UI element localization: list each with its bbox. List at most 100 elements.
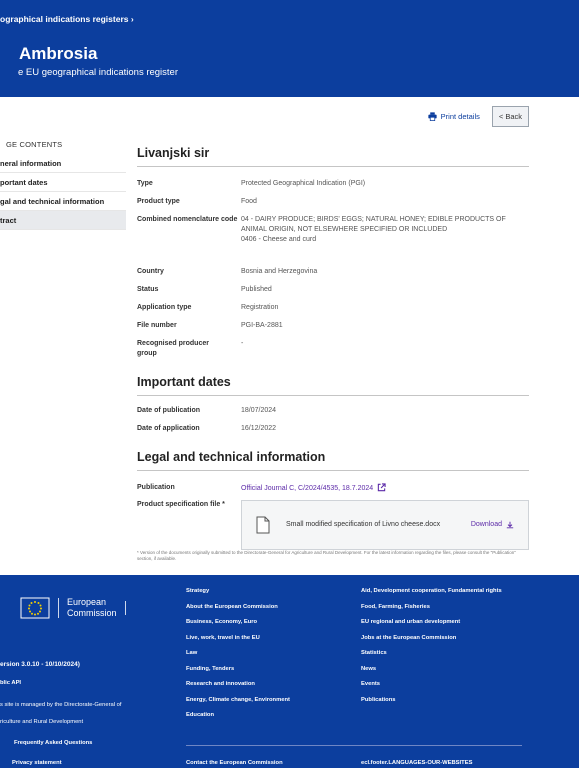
field-specification-file: Product specification file * Small modif… [137, 500, 529, 550]
logo-text: European Commission [67, 597, 117, 619]
page-contents-title: GE CONTENTS [6, 140, 63, 149]
download-icon [506, 521, 514, 529]
download-label: Download [470, 521, 502, 528]
field-date-publication: Date of publication 18/07/2024 [137, 406, 529, 416]
page-toolbar: Print details < Back [428, 106, 529, 127]
document-icon [256, 516, 270, 534]
field-label: File number [137, 322, 177, 329]
divider [137, 470, 529, 471]
footer-link[interactable]: Jobs at the European Commission [361, 635, 502, 651]
field-country: Country Bosnia and Herzegovina [137, 267, 529, 277]
faq-link[interactable]: Frequently Asked Questions [14, 740, 92, 746]
footer-link[interactable]: Strategy [186, 588, 290, 604]
field-label: Application type [137, 304, 192, 311]
footer-link[interactable]: Publications [361, 697, 502, 713]
logo-divider-right [124, 601, 126, 615]
footer-link[interactable]: Events [361, 681, 502, 697]
site-header: ographical indications registers › Ambro… [0, 0, 579, 97]
field-combined-nomenclature: Combined nomenclature code 04 - DAIRY PR… [137, 215, 529, 245]
public-api-link[interactable]: blic API [0, 680, 21, 686]
footer-link[interactable]: Business, Economy, Euro [186, 619, 290, 635]
european-commission-logo[interactable]: European Commission [20, 597, 126, 619]
footer-link[interactable]: Law [186, 650, 290, 666]
footer-divider [186, 745, 522, 746]
footer-link[interactable]: Food, Farming, Fisheries [361, 604, 502, 620]
footer-link[interactable]: News [361, 666, 502, 682]
divider [137, 395, 529, 396]
field-label: Publication [137, 484, 175, 491]
footer-link[interactable]: Education [186, 712, 290, 728]
field-value: 04 - DAIRY PRODUCE; BIRDS' EGGS; NATURAL… [241, 215, 529, 245]
field-label: Status [137, 286, 159, 293]
field-value: PGI-BA-2881 [241, 322, 283, 329]
footer-link[interactable]: Research and innovation [186, 681, 290, 697]
nomenclature-chapter: 04 - DAIRY PRODUCE; BIRDS' EGGS; NATURAL… [241, 216, 506, 233]
site-title: Ambrosia [19, 44, 98, 63]
breadcrumb-link[interactable]: ographical indications registers [0, 14, 128, 24]
contact-commission-link[interactable]: Contact the European Commission [186, 760, 283, 766]
site-subtitle: e EU geographical indications register [18, 67, 179, 78]
footer-link[interactable]: About the European Commission [186, 604, 290, 620]
version-info: ersion 3.0.10 - 10/10/2024) [0, 661, 80, 668]
field-label: Product specification file * [137, 501, 225, 508]
managed-by-line1: s site is managed by the Directorate-Gen… [0, 702, 122, 708]
footer-link[interactable]: EU regional and urban development [361, 619, 502, 635]
field-value: Protected Geographical Indication (PGI) [241, 180, 366, 187]
field-label: Country [137, 268, 164, 275]
field-publication: Publication Official Journal C, C/2024/4… [137, 483, 529, 494]
site-footer: European Commission ersion 3.0.10 - 10/1… [0, 575, 579, 768]
field-value: - [241, 340, 244, 347]
breadcrumb[interactable]: ographical indications registers › [0, 14, 134, 24]
footer-link[interactable]: Energy, Climate change, Environment [186, 697, 290, 713]
field-label: Product type [137, 198, 180, 205]
printer-icon [428, 112, 437, 121]
logo-line-1: European [67, 597, 107, 607]
official-journal-link-text: Official Journal C, C/2024/4535, 18.7.20… [241, 485, 374, 492]
print-details-label: Print details [440, 112, 480, 121]
field-date-application: Date of application 16/12/2022 [137, 424, 529, 434]
field-label: Date of application [137, 425, 200, 432]
breadcrumb-separator: › [130, 14, 134, 24]
privacy-statement-link[interactable]: Privacy statement [12, 760, 62, 766]
toc-item-legal-technical[interactable]: gal and technical information [0, 192, 126, 211]
logo-divider [58, 598, 59, 618]
field-value: Registration [241, 304, 279, 311]
product-name: Livanjski sir [137, 146, 210, 160]
toc-item-extract[interactable]: tract [0, 211, 126, 230]
external-link-icon [377, 483, 386, 492]
footer-column-2: Aid, Development cooperation, Fundamenta… [361, 588, 502, 712]
field-file-number: File number PGI-BA-2881 [137, 321, 529, 331]
field-value: Bosnia and Herzegovina [241, 268, 318, 275]
field-label: Combined nomenclature code [137, 216, 238, 223]
main-content: Livanjski sir Type Protected Geographica… [137, 146, 529, 550]
official-journal-link[interactable]: Official Journal C, C/2024/4535, 18.7.20… [241, 483, 386, 494]
field-value: Food [241, 198, 257, 205]
page-contents-nav: GE CONTENTS neral information portant da… [0, 140, 126, 230]
footer-column-1: Strategy About the European Commission B… [186, 588, 290, 728]
logo-line-2: Commission [67, 608, 117, 618]
languages-link[interactable]: ecl.footer.LANGUAGES-OUR-WEBSITES [361, 760, 472, 766]
footer-link[interactable]: Aid, Development cooperation, Fundamenta… [361, 588, 502, 604]
back-button[interactable]: < Back [491, 106, 529, 127]
field-producer-group: Recognised producer group - [137, 339, 529, 359]
eu-flag-icon [20, 597, 50, 619]
footer-link[interactable]: Statistics [361, 650, 502, 666]
field-value: 16/12/2022 [241, 425, 277, 432]
print-details-link[interactable]: Print details [428, 112, 480, 121]
divider [137, 166, 529, 167]
legal-technical-heading: Legal and technical information [137, 450, 326, 464]
field-type: Type Protected Geographical Indication (… [137, 179, 529, 189]
nomenclature-heading: 0406 - Cheese and curd [241, 236, 317, 243]
field-application-type: Application type Registration [137, 303, 529, 313]
field-value: Published [241, 286, 272, 293]
toc-item-important-dates[interactable]: portant dates [0, 173, 126, 192]
important-dates-heading: Important dates [137, 375, 231, 389]
toc-item-general-information[interactable]: neral information [0, 154, 126, 173]
field-product-type: Product type Food [137, 197, 529, 207]
specification-file-card: Small modified specification of Livno ch… [241, 500, 529, 550]
footnote: * Version of the documents originally su… [137, 550, 516, 561]
footer-link[interactable]: Live, work, travel in the EU [186, 635, 290, 651]
download-link[interactable]: Download [471, 520, 514, 530]
managed-by-line2: riculture and Rural Development [0, 719, 84, 725]
footer-link[interactable]: Funding, Tenders [186, 666, 290, 682]
